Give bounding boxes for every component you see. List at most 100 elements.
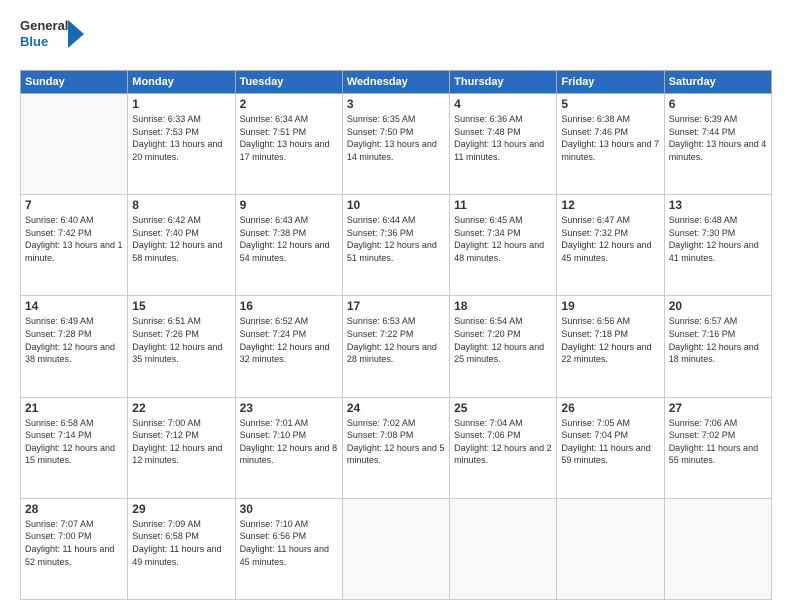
day-info: Sunrise: 6:49 AMSunset: 7:28 PMDaylight:… bbox=[25, 315, 123, 365]
day-number: 30 bbox=[240, 502, 338, 516]
day-number: 23 bbox=[240, 401, 338, 415]
day-info: Sunrise: 7:04 AMSunset: 7:06 PMDaylight:… bbox=[454, 417, 552, 467]
day-number: 25 bbox=[454, 401, 552, 415]
day-info: Sunrise: 6:48 AMSunset: 7:30 PMDaylight:… bbox=[669, 214, 767, 264]
day-number: 29 bbox=[132, 502, 230, 516]
calendar-cell: 11 Sunrise: 6:45 AMSunset: 7:34 PMDayligh… bbox=[450, 195, 557, 296]
calendar-cell: 1 Sunrise: 6:33 AMSunset: 7:53 PMDaylight… bbox=[128, 94, 235, 195]
day-number: 14 bbox=[25, 299, 123, 313]
calendar-week-5: 28Sunrise: 7:07 AMSunset: 7:00 PMDayligh… bbox=[21, 498, 772, 599]
day-number: 2 bbox=[240, 97, 338, 111]
calendar-cell: 8 Sunrise: 6:42 AMSunset: 7:40 PMDaylight… bbox=[128, 195, 235, 296]
calendar-cell: 3 Sunrise: 6:35 AMSunset: 7:50 PMDaylight… bbox=[342, 94, 449, 195]
day-info: Sunrise: 6:57 AMSunset: 7:16 PMDaylight:… bbox=[669, 315, 767, 365]
calendar-cell: 19 Sunrise: 6:56 AMSunset: 7:18 PMDayligh… bbox=[557, 296, 664, 397]
calendar-cell: 21 Sunrise: 6:58 AMSunset: 7:14 PMDayligh… bbox=[21, 397, 128, 498]
calendar-cell bbox=[664, 498, 771, 599]
calendar-cell: 23 Sunrise: 7:01 AMSunset: 7:10 PMDayligh… bbox=[235, 397, 342, 498]
calendar-cell: 25 Sunrise: 7:04 AMSunset: 7:06 PMDayligh… bbox=[450, 397, 557, 498]
calendar-week-1: 1 Sunrise: 6:33 AMSunset: 7:53 PMDaylight… bbox=[21, 94, 772, 195]
calendar-cell: 9Sunrise: 6:43 AMSunset: 7:38 PMDaylight… bbox=[235, 195, 342, 296]
day-number: 26 bbox=[561, 401, 659, 415]
calendar-cell: 4 Sunrise: 6:36 AMSunset: 7:48 PMDaylight… bbox=[450, 94, 557, 195]
day-number: 27 bbox=[669, 401, 767, 415]
day-number: 8 bbox=[132, 198, 230, 212]
day-info: Sunrise: 7:05 AMSunset: 7:04 PMDaylight:… bbox=[561, 417, 659, 467]
calendar-cell: 24Sunrise: 7:02 AMSunset: 7:08 PMDayligh… bbox=[342, 397, 449, 498]
day-info: Sunrise: 6:45 AMSunset: 7:34 PMDaylight:… bbox=[454, 214, 552, 264]
day-info: Sunrise: 6:53 AMSunset: 7:22 PMDaylight:… bbox=[347, 315, 445, 365]
calendar-cell: 18 Sunrise: 6:54 AMSunset: 7:20 PMDayligh… bbox=[450, 296, 557, 397]
day-info: Sunrise: 7:09 AMSunset: 6:58 PMDaylight:… bbox=[132, 518, 230, 568]
day-number: 1 bbox=[132, 97, 230, 111]
header: General Blue bbox=[20, 18, 772, 60]
day-number: 5 bbox=[561, 97, 659, 111]
day-number: 4 bbox=[454, 97, 552, 111]
calendar-cell: 2 Sunrise: 6:34 AMSunset: 7:51 PMDaylight… bbox=[235, 94, 342, 195]
calendar-cell bbox=[450, 498, 557, 599]
day-info: Sunrise: 6:34 AMSunset: 7:51 PMDaylight:… bbox=[240, 113, 338, 163]
logo-container: General Blue bbox=[20, 18, 72, 60]
calendar-cell: 6 Sunrise: 6:39 AMSunset: 7:44 PMDaylight… bbox=[664, 94, 771, 195]
day-info: Sunrise: 6:44 AMSunset: 7:36 PMDaylight:… bbox=[347, 214, 445, 264]
day-header-sunday: Sunday bbox=[21, 71, 128, 94]
day-info: Sunrise: 6:52 AMSunset: 7:24 PMDaylight:… bbox=[240, 315, 338, 365]
day-number: 16 bbox=[240, 299, 338, 313]
day-info: Sunrise: 6:47 AMSunset: 7:32 PMDaylight:… bbox=[561, 214, 659, 264]
calendar-cell: 14 Sunrise: 6:49 AMSunset: 7:28 PMDayligh… bbox=[21, 296, 128, 397]
logo-blue: Blue bbox=[20, 34, 72, 50]
calendar-week-4: 21 Sunrise: 6:58 AMSunset: 7:14 PMDayligh… bbox=[21, 397, 772, 498]
day-number: 19 bbox=[561, 299, 659, 313]
page: General Blue SundayMondayTuesdayWednesda… bbox=[0, 0, 792, 612]
day-number: 12 bbox=[561, 198, 659, 212]
day-info: Sunrise: 7:06 AMSunset: 7:02 PMDaylight:… bbox=[669, 417, 767, 467]
calendar-cell: 27 Sunrise: 7:06 AMSunset: 7:02 PMDayligh… bbox=[664, 397, 771, 498]
calendar-cell bbox=[557, 498, 664, 599]
calendar-cell: 28Sunrise: 7:07 AMSunset: 7:00 PMDayligh… bbox=[21, 498, 128, 599]
day-number: 13 bbox=[669, 198, 767, 212]
day-info: Sunrise: 6:42 AMSunset: 7:40 PMDaylight:… bbox=[132, 214, 230, 264]
logo: General Blue bbox=[20, 18, 84, 60]
day-number: 21 bbox=[25, 401, 123, 415]
day-info: Sunrise: 6:56 AMSunset: 7:18 PMDaylight:… bbox=[561, 315, 659, 365]
day-info: Sunrise: 6:40 AMSunset: 7:42 PMDaylight:… bbox=[25, 214, 123, 264]
calendar-week-3: 14 Sunrise: 6:49 AMSunset: 7:28 PMDayligh… bbox=[21, 296, 772, 397]
day-number: 9 bbox=[240, 198, 338, 212]
day-info: Sunrise: 6:36 AMSunset: 7:48 PMDaylight:… bbox=[454, 113, 552, 163]
day-info: Sunrise: 6:51 AMSunset: 7:26 PMDaylight:… bbox=[132, 315, 230, 365]
calendar-cell: 29 Sunrise: 7:09 AMSunset: 6:58 PMDayligh… bbox=[128, 498, 235, 599]
day-header-wednesday: Wednesday bbox=[342, 71, 449, 94]
day-header-tuesday: Tuesday bbox=[235, 71, 342, 94]
day-info: Sunrise: 7:01 AMSunset: 7:10 PMDaylight:… bbox=[240, 417, 338, 467]
day-info: Sunrise: 6:39 AMSunset: 7:44 PMDaylight:… bbox=[669, 113, 767, 163]
day-number: 11 bbox=[454, 198, 552, 212]
day-header-monday: Monday bbox=[128, 71, 235, 94]
calendar-table: SundayMondayTuesdayWednesdayThursdayFrid… bbox=[20, 70, 772, 600]
day-number: 7 bbox=[25, 198, 123, 212]
calendar-cell: 5Sunrise: 6:38 AMSunset: 7:46 PMDaylight… bbox=[557, 94, 664, 195]
day-number: 20 bbox=[669, 299, 767, 313]
day-info: Sunrise: 6:35 AMSunset: 7:50 PMDaylight:… bbox=[347, 113, 445, 163]
calendar-cell: 13 Sunrise: 6:48 AMSunset: 7:30 PMDayligh… bbox=[664, 195, 771, 296]
calendar-cell: 16 Sunrise: 6:52 AMSunset: 7:24 PMDayligh… bbox=[235, 296, 342, 397]
day-info: Sunrise: 6:54 AMSunset: 7:20 PMDaylight:… bbox=[454, 315, 552, 365]
day-number: 22 bbox=[132, 401, 230, 415]
day-header-saturday: Saturday bbox=[664, 71, 771, 94]
calendar-cell: 7 Sunrise: 6:40 AMSunset: 7:42 PMDaylight… bbox=[21, 195, 128, 296]
calendar-week-2: 7 Sunrise: 6:40 AMSunset: 7:42 PMDaylight… bbox=[21, 195, 772, 296]
day-number: 24 bbox=[347, 401, 445, 415]
day-info: Sunrise: 7:07 AMSunset: 7:00 PMDaylight:… bbox=[25, 518, 123, 568]
day-info: Sunrise: 6:58 AMSunset: 7:14 PMDaylight:… bbox=[25, 417, 123, 467]
day-number: 15 bbox=[132, 299, 230, 313]
calendar-cell: 10 Sunrise: 6:44 AMSunset: 7:36 PMDayligh… bbox=[342, 195, 449, 296]
day-info: Sunrise: 6:33 AMSunset: 7:53 PMDaylight:… bbox=[132, 113, 230, 163]
day-number: 10 bbox=[347, 198, 445, 212]
day-number: 18 bbox=[454, 299, 552, 313]
day-header-thursday: Thursday bbox=[450, 71, 557, 94]
day-info: Sunrise: 7:10 AMSunset: 6:56 PMDaylight:… bbox=[240, 518, 338, 568]
day-number: 6 bbox=[669, 97, 767, 111]
day-info: Sunrise: 7:00 AMSunset: 7:12 PMDaylight:… bbox=[132, 417, 230, 467]
day-number: 3 bbox=[347, 97, 445, 111]
calendar-cell: 20 Sunrise: 6:57 AMSunset: 7:16 PMDayligh… bbox=[664, 296, 771, 397]
calendar-header-row: SundayMondayTuesdayWednesdayThursdayFrid… bbox=[21, 71, 772, 94]
